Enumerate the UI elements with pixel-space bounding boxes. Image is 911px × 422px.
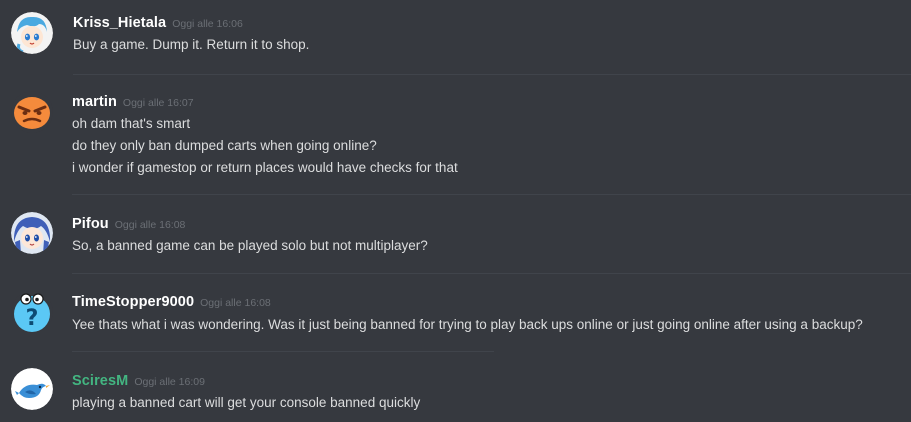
message-header: TimeStopper9000 Oggi alle 16:08 bbox=[72, 293, 271, 313]
username[interactable]: martin bbox=[72, 94, 117, 110]
anime-girl-avatar[interactable] bbox=[11, 12, 53, 54]
message-text: do they only ban dumped carts when going… bbox=[72, 138, 377, 153]
bird-avatar[interactable] bbox=[11, 368, 53, 410]
message-divider bbox=[72, 273, 911, 274]
message-header: martin Oggi alle 16:07 bbox=[72, 93, 194, 113]
anime-blue-hair-avatar[interactable] bbox=[11, 212, 53, 254]
username[interactable]: TimeStopper9000 bbox=[72, 294, 194, 310]
username[interactable]: Pifou bbox=[72, 216, 109, 232]
svg-text:?: ? bbox=[26, 306, 39, 331]
message-text: oh dam that's smart bbox=[72, 116, 191, 131]
message-divider bbox=[73, 74, 911, 75]
timestamp: Oggi alle 16:07 bbox=[122, 97, 194, 109]
timestamp: Oggi alle 16:08 bbox=[200, 297, 271, 309]
message-header: Kriss_Hietala Oggi alle 16:06 bbox=[73, 14, 243, 34]
username[interactable]: SciresM bbox=[72, 373, 128, 389]
message-text: So, a banned game can be played solo but… bbox=[72, 238, 428, 253]
message-text: i wonder if gamestop or return places wo… bbox=[72, 160, 458, 175]
timestamp: Oggi alle 16:09 bbox=[134, 376, 205, 388]
angry-face-avatar[interactable] bbox=[11, 91, 53, 133]
message-text: Yee thats what i was wondering. Was it j… bbox=[72, 317, 863, 332]
message-text: Buy a game. Dump it. Return it to shop. bbox=[73, 37, 310, 52]
message-header: SciresM Oggi alle 16:09 bbox=[72, 372, 205, 392]
timestamp: Oggi alle 16:06 bbox=[172, 18, 243, 30]
timestamp: Oggi alle 16:08 bbox=[114, 219, 186, 231]
username[interactable]: Kriss_Hietala bbox=[73, 15, 166, 31]
message-divider bbox=[72, 194, 911, 195]
message-text: playing a banned cart will get your cons… bbox=[72, 395, 421, 410]
message-divider bbox=[72, 351, 494, 352]
question-mark-avatar[interactable]: ? bbox=[11, 291, 53, 333]
message-header: Pifou Oggi alle 16:08 bbox=[72, 215, 185, 235]
chat-messages: Kriss_Hietala Oggi alle 16:06 Buy a game.… bbox=[0, 0, 911, 422]
